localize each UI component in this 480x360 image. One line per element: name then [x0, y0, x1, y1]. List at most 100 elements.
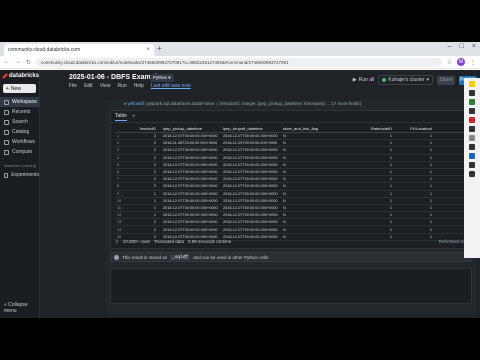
new-button-label: New [10, 85, 21, 92]
star-icon[interactable]: ☆ [447, 59, 452, 66]
table-cell: 1 [429, 134, 432, 139]
browser-menu-icon[interactable]: ⋮ [470, 59, 476, 66]
notebook-menubar: File Edit View Run Help Last edit was no… [69, 83, 191, 89]
column-header[interactable]: PULocationI [395, 126, 435, 131]
sidebar-item-workspace[interactable]: Workspace [0, 97, 39, 107]
url-field[interactable]: community.cloud.databricks.com/editor/no… [36, 57, 442, 67]
table-cell: 2 [153, 177, 156, 182]
notebook-cell[interactable]: ▸ yellowdf: pyspark.sql.dataframe.DataFr… [106, 100, 476, 315]
table-row[interactable]: 1 2 2018-12-07T00:00:00.000+0000 2018-12-07… [115, 133, 469, 141]
back-icon[interactable]: ← [4, 59, 10, 65]
table-cell: 1 [429, 213, 432, 218]
sidebar-item-workflows[interactable]: Workflows [0, 137, 39, 147]
table-row[interactable]: 13 2 2018-12-07T00:00:00.000+0000 2018-12-0… [115, 219, 469, 227]
sidebar-item-search[interactable]: Search [0, 117, 39, 127]
tab-table[interactable]: Table [115, 113, 127, 121]
menu-edit[interactable]: Edit [84, 83, 93, 89]
table-cell: 1 [389, 198, 392, 203]
menu-help[interactable]: Help [134, 83, 144, 89]
table-cell: 2018-12-07T00:00:00.000+0000 [163, 191, 218, 196]
table-cell: 2018-12-07T00:00:00.000+0000 [163, 198, 218, 203]
language-selector[interactable]: Python ▾ [150, 74, 174, 82]
menu-view[interactable]: View [100, 83, 111, 89]
info-icon [114, 254, 119, 260]
profile-avatar[interactable]: M [457, 58, 465, 66]
eraser-icon[interactable] [469, 126, 475, 132]
run-all-label: Run all [358, 77, 375, 83]
sqldf-note-prefix: This result is stored as [122, 254, 168, 260]
sidebar-item-catalog[interactable]: Catalog [0, 127, 39, 137]
cluster-selector[interactable]: Kuhajie's cluster ▾ [378, 75, 433, 85]
table-row[interactable]: 4 2 2018-12-07T00:00:00.000+0000 2018-12-07… [115, 155, 469, 162]
plus-icon: + [6, 85, 9, 92]
reload-icon[interactable]: ↻ [26, 59, 31, 66]
table-row[interactable]: 6 2 2018-12-07T00:00:00.000+0000 2018-12-07… [115, 169, 469, 177]
column-header[interactable]: store_and_fwd_flag [279, 126, 337, 131]
table-cell: N [283, 155, 286, 160]
table-row[interactable]: 11 1 2018-12-07T00:00:00.000+0000 2018-12-0… [115, 205, 469, 213]
marker-icon[interactable] [469, 108, 475, 114]
column-header[interactable]: lpep_pickup_datetime [159, 126, 219, 131]
collapse-label: Collapse menu [4, 302, 28, 314]
maximize-icon[interactable]: □ [460, 43, 464, 50]
close-tab-icon[interactable]: × [146, 47, 150, 53]
table-row[interactable]: 5 2 2018-12-07T00:00:00.000+0000 2018-12-07… [115, 162, 469, 169]
table-cell: 1 [389, 134, 392, 139]
new-tab-icon[interactable]: + [157, 45, 162, 53]
table-row[interactable]: 14 2 2018-12-07T00:00:00.000+0000 2018-12-0… [115, 226, 469, 234]
brand[interactable]: databricks [0, 70, 39, 82]
table-row[interactable]: 12 1 2018-12-07T00:00:00.000+0000 2018-12-0… [115, 212, 469, 220]
run-all-button[interactable]: ▶ Run all [353, 77, 374, 83]
close-window-icon[interactable]: × [472, 43, 476, 50]
table-row[interactable]: 8 2 2018-12-07T00:00:00.000+0000 2018-12-07… [115, 183, 469, 191]
shape-icon[interactable] [469, 135, 475, 141]
sidebar-item-experiments[interactable]: Experiments [0, 170, 39, 180]
sidebar-item-compute[interactable]: Compute [0, 147, 39, 157]
add-visualization-icon[interactable]: + [132, 114, 136, 120]
table-cell: 1 [389, 170, 392, 175]
empty-cell[interactable] [110, 268, 472, 304]
right-toolbar [464, 78, 480, 258]
red-pen-icon[interactable] [469, 117, 475, 123]
sidebar-item-label: Search [12, 119, 28, 125]
table-cell: 1 [389, 205, 392, 210]
settings-icon[interactable] [469, 171, 475, 177]
table-row[interactable]: 9 1 2018-12-07T00:00:00.000+0000 2018-12-07… [115, 191, 469, 198]
row-index: 5 [117, 162, 120, 167]
table-body: 1 2 2018-12-07T00:00:00.000+0000 2018-12-07… [115, 133, 469, 241]
column-header[interactable]: lpep_dropoff_datetime [219, 126, 279, 131]
table-row[interactable]: 3 2 2018-12-07T00:00:00.000+0000 2018-12-07… [115, 147, 469, 155]
table-cell: 1 [429, 177, 432, 182]
text-tool-icon[interactable] [469, 144, 475, 150]
green-pen-icon[interactable] [469, 99, 475, 105]
highlighter-icon[interactable] [469, 81, 475, 87]
table-cell: 2018-12-07T00:00:00.000+0000 [223, 170, 278, 175]
column-header[interactable]: RatecodeID [337, 126, 395, 131]
notebook-title[interactable]: 2025-01-06 - DBFS Example [69, 74, 161, 81]
forward-icon[interactable]: → [15, 59, 21, 65]
table-cell: N [283, 220, 286, 225]
new-button[interactable]: + New [3, 84, 36, 93]
browser-tab[interactable]: community.cloud.databricks.com × [4, 44, 154, 56]
download-icon[interactable]: ⇩ [115, 239, 119, 245]
color-icon[interactable] [469, 153, 475, 159]
table-row[interactable]: 7 2 2018-12-07T00:00:00.000+0000 2018-12-07… [115, 176, 469, 184]
sidebar-item-recents[interactable]: Recents [0, 107, 39, 117]
schema-text: pyspark.sql.dataframe.DataFrame = [Vendo… [146, 101, 361, 106]
last-edit-link[interactable]: Last edit was now [151, 83, 191, 89]
table-row[interactable]: 2 2 2018-11-08T23:00:00.000+0000 2018-11-09… [115, 140, 469, 148]
dataframe-schema[interactable]: ▸ yellowdf: pyspark.sql.dataframe.DataFr… [124, 101, 361, 107]
minimize-icon[interactable]: – [448, 43, 452, 50]
undo-icon[interactable] [469, 162, 475, 168]
pen-icon[interactable] [469, 90, 475, 96]
result-table: VendorID lpep_pickup_datetime lpep_dropo… [115, 125, 469, 241]
menu-run[interactable]: Run [117, 83, 126, 89]
tab-title: community.cloud.databricks.com [8, 47, 81, 53]
share-button[interactable]: Share [437, 75, 455, 85]
menu-file[interactable]: File [69, 83, 77, 89]
collapse-menu-button[interactable]: « Collapse menu [4, 302, 39, 314]
table-cell: N [283, 184, 286, 189]
table-cell: 2018-12-07T00:00:00.000+0000 [223, 213, 278, 218]
table-row[interactable]: 10 1 2018-12-07T00:00:00.000+0000 2018-12-0… [115, 198, 469, 205]
column-header[interactable]: VendorID [127, 126, 159, 131]
